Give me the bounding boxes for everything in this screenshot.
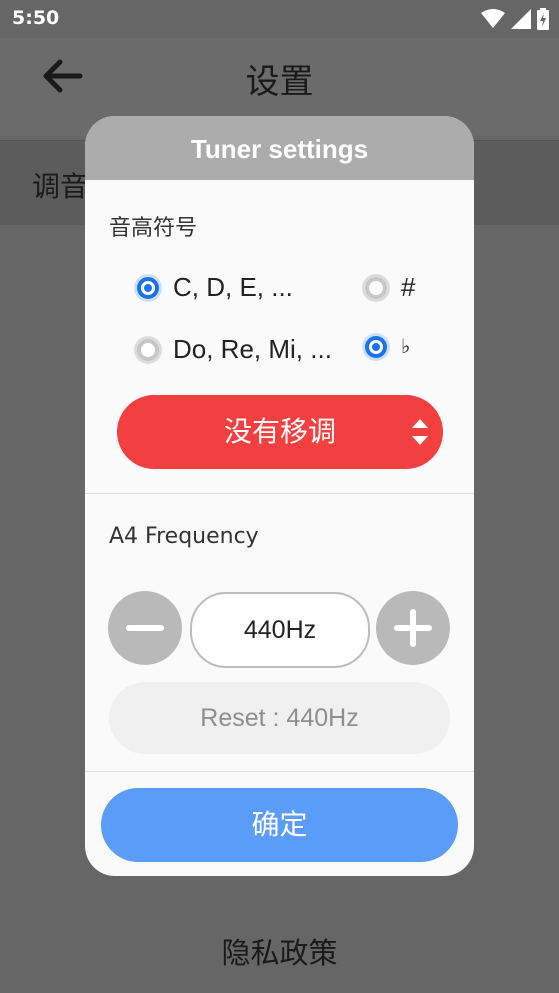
radio-flat[interactable]: ♭ [365, 334, 410, 359]
note-names-label: 音高符号 [109, 216, 198, 241]
radio-label: C, D, E, ... [173, 272, 293, 302]
divider [85, 493, 474, 494]
up-down-arrows-icon [412, 419, 428, 445]
increase-frequency-button[interactable] [376, 591, 450, 665]
a4-frequency-label: A4 Frequency [109, 524, 259, 549]
status-time: 5:50 [12, 7, 60, 29]
plus-icon [394, 609, 432, 647]
radio-sharp[interactable]: # [365, 272, 415, 303]
frequency-value-field[interactable]: 440Hz [190, 592, 370, 668]
radio-button-icon [365, 335, 387, 358]
minus-icon [126, 625, 164, 631]
divider [85, 771, 474, 772]
transpose-dropdown[interactable]: 没有移调 [117, 395, 443, 469]
system-icons [481, 8, 549, 30]
status-bar: 5:50 [0, 0, 559, 38]
battery-icon [537, 8, 549, 30]
radio-button-icon [365, 276, 387, 299]
radio-label: Do, Re, Mi, ... [173, 334, 332, 364]
signal-icon [511, 9, 531, 29]
radio-label: ♭ [401, 336, 411, 358]
wifi-icon [481, 9, 505, 28]
confirm-button[interactable]: 确定 [101, 788, 458, 862]
radio-button-icon [137, 276, 159, 299]
radio-button-icon [137, 338, 159, 361]
tuner-settings-dialog: Tuner settings 音高符号 C, D, E, ... # Do, R… [85, 116, 474, 876]
decrease-frequency-button[interactable] [108, 591, 182, 665]
transpose-value: 没有移调 [223, 415, 336, 448]
radio-solfege-names[interactable]: Do, Re, Mi, ... [137, 334, 332, 365]
radio-label: # [401, 272, 416, 302]
page-title: 设置 [245, 62, 314, 102]
privacy-policy-link[interactable]: 隐私政策 [0, 930, 559, 972]
settings-row-label: 调音 [32, 170, 89, 203]
radio-letter-names[interactable]: C, D, E, ... [137, 272, 293, 303]
reset-frequency-button[interactable]: Reset : 440Hz [109, 682, 450, 754]
dialog-title: Tuner settings [85, 116, 474, 180]
